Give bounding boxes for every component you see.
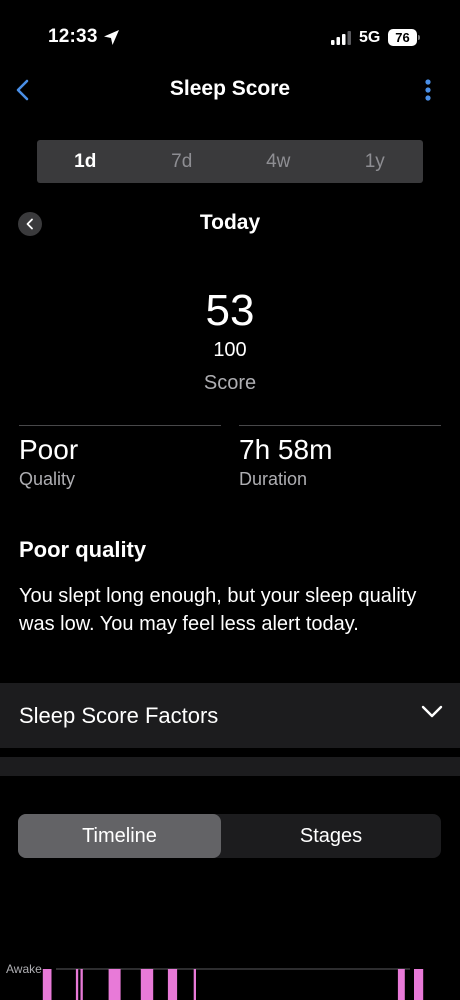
awake-segment <box>140 969 154 1000</box>
sleep-score-label: Score <box>203 372 257 394</box>
more-button[interactable] <box>418 76 438 106</box>
section-divider <box>0 757 460 776</box>
summary-title: Poor quality <box>19 537 147 562</box>
timeline-toggle[interactable]: Timeline <box>18 814 221 858</box>
date-navigator: Today <box>0 206 460 242</box>
sleep-score-factors-expander[interactable]: Sleep Score Factors <box>0 683 460 748</box>
quality-stat: Poor Quality <box>19 425 221 495</box>
awake-row-label: Awake <box>6 962 42 976</box>
awake-segment <box>414 969 424 1000</box>
tab-7d[interactable]: 7d <box>134 140 231 183</box>
quality-label: Quality <box>19 469 76 489</box>
quality-value: Poor <box>19 434 79 465</box>
sleep-score-max: 100 <box>213 339 247 361</box>
stages-toggle[interactable]: Stages <box>221 814 441 858</box>
tab-1y[interactable]: 1y <box>327 140 424 183</box>
view-toggle: Timeline Stages <box>18 814 441 858</box>
battery-icon: 76 <box>388 29 417 46</box>
awake-segment <box>75 969 79 1000</box>
duration-value: 7h 58m <box>239 434 333 465</box>
awake-segment <box>42 969 52 1000</box>
battery-tip <box>418 35 420 40</box>
summary-text: You slept long enough, but your sleep qu… <box>19 585 417 635</box>
date-label: Today <box>199 211 261 234</box>
awake-segment <box>167 969 178 1000</box>
range-tabs: 1d 7d 4w 1y <box>37 140 423 183</box>
factors-label: Sleep Score Factors <box>19 703 219 728</box>
status-time: 12:33 <box>48 26 98 47</box>
duration-label: Duration <box>239 469 308 489</box>
sleep-score-value: 53 <box>205 286 255 335</box>
more-vertical-icon <box>425 79 431 101</box>
network-type: 5G <box>359 29 381 46</box>
tab-1d[interactable]: 1d <box>37 140 134 183</box>
page-title: Sleep Score <box>169 77 291 100</box>
awake-segment <box>108 969 121 1000</box>
cellular-signal-icon <box>331 31 351 50</box>
awake-segment <box>397 969 405 1000</box>
status-bar: 12:33 5G 76 <box>0 0 460 74</box>
awake-segment <box>80 969 83 1000</box>
sleep-timeline-plot <box>42 968 424 1000</box>
nav-bar: Sleep Score <box>0 70 460 110</box>
sleep-timeline-chart: Awake <box>0 955 460 1000</box>
tab-4w[interactable]: 4w <box>230 140 327 183</box>
chevron-down-icon <box>421 705 443 724</box>
location-arrow-icon <box>103 29 120 51</box>
duration-stat: 7h 58m Duration <box>239 425 441 495</box>
awake-segment <box>193 969 196 1000</box>
